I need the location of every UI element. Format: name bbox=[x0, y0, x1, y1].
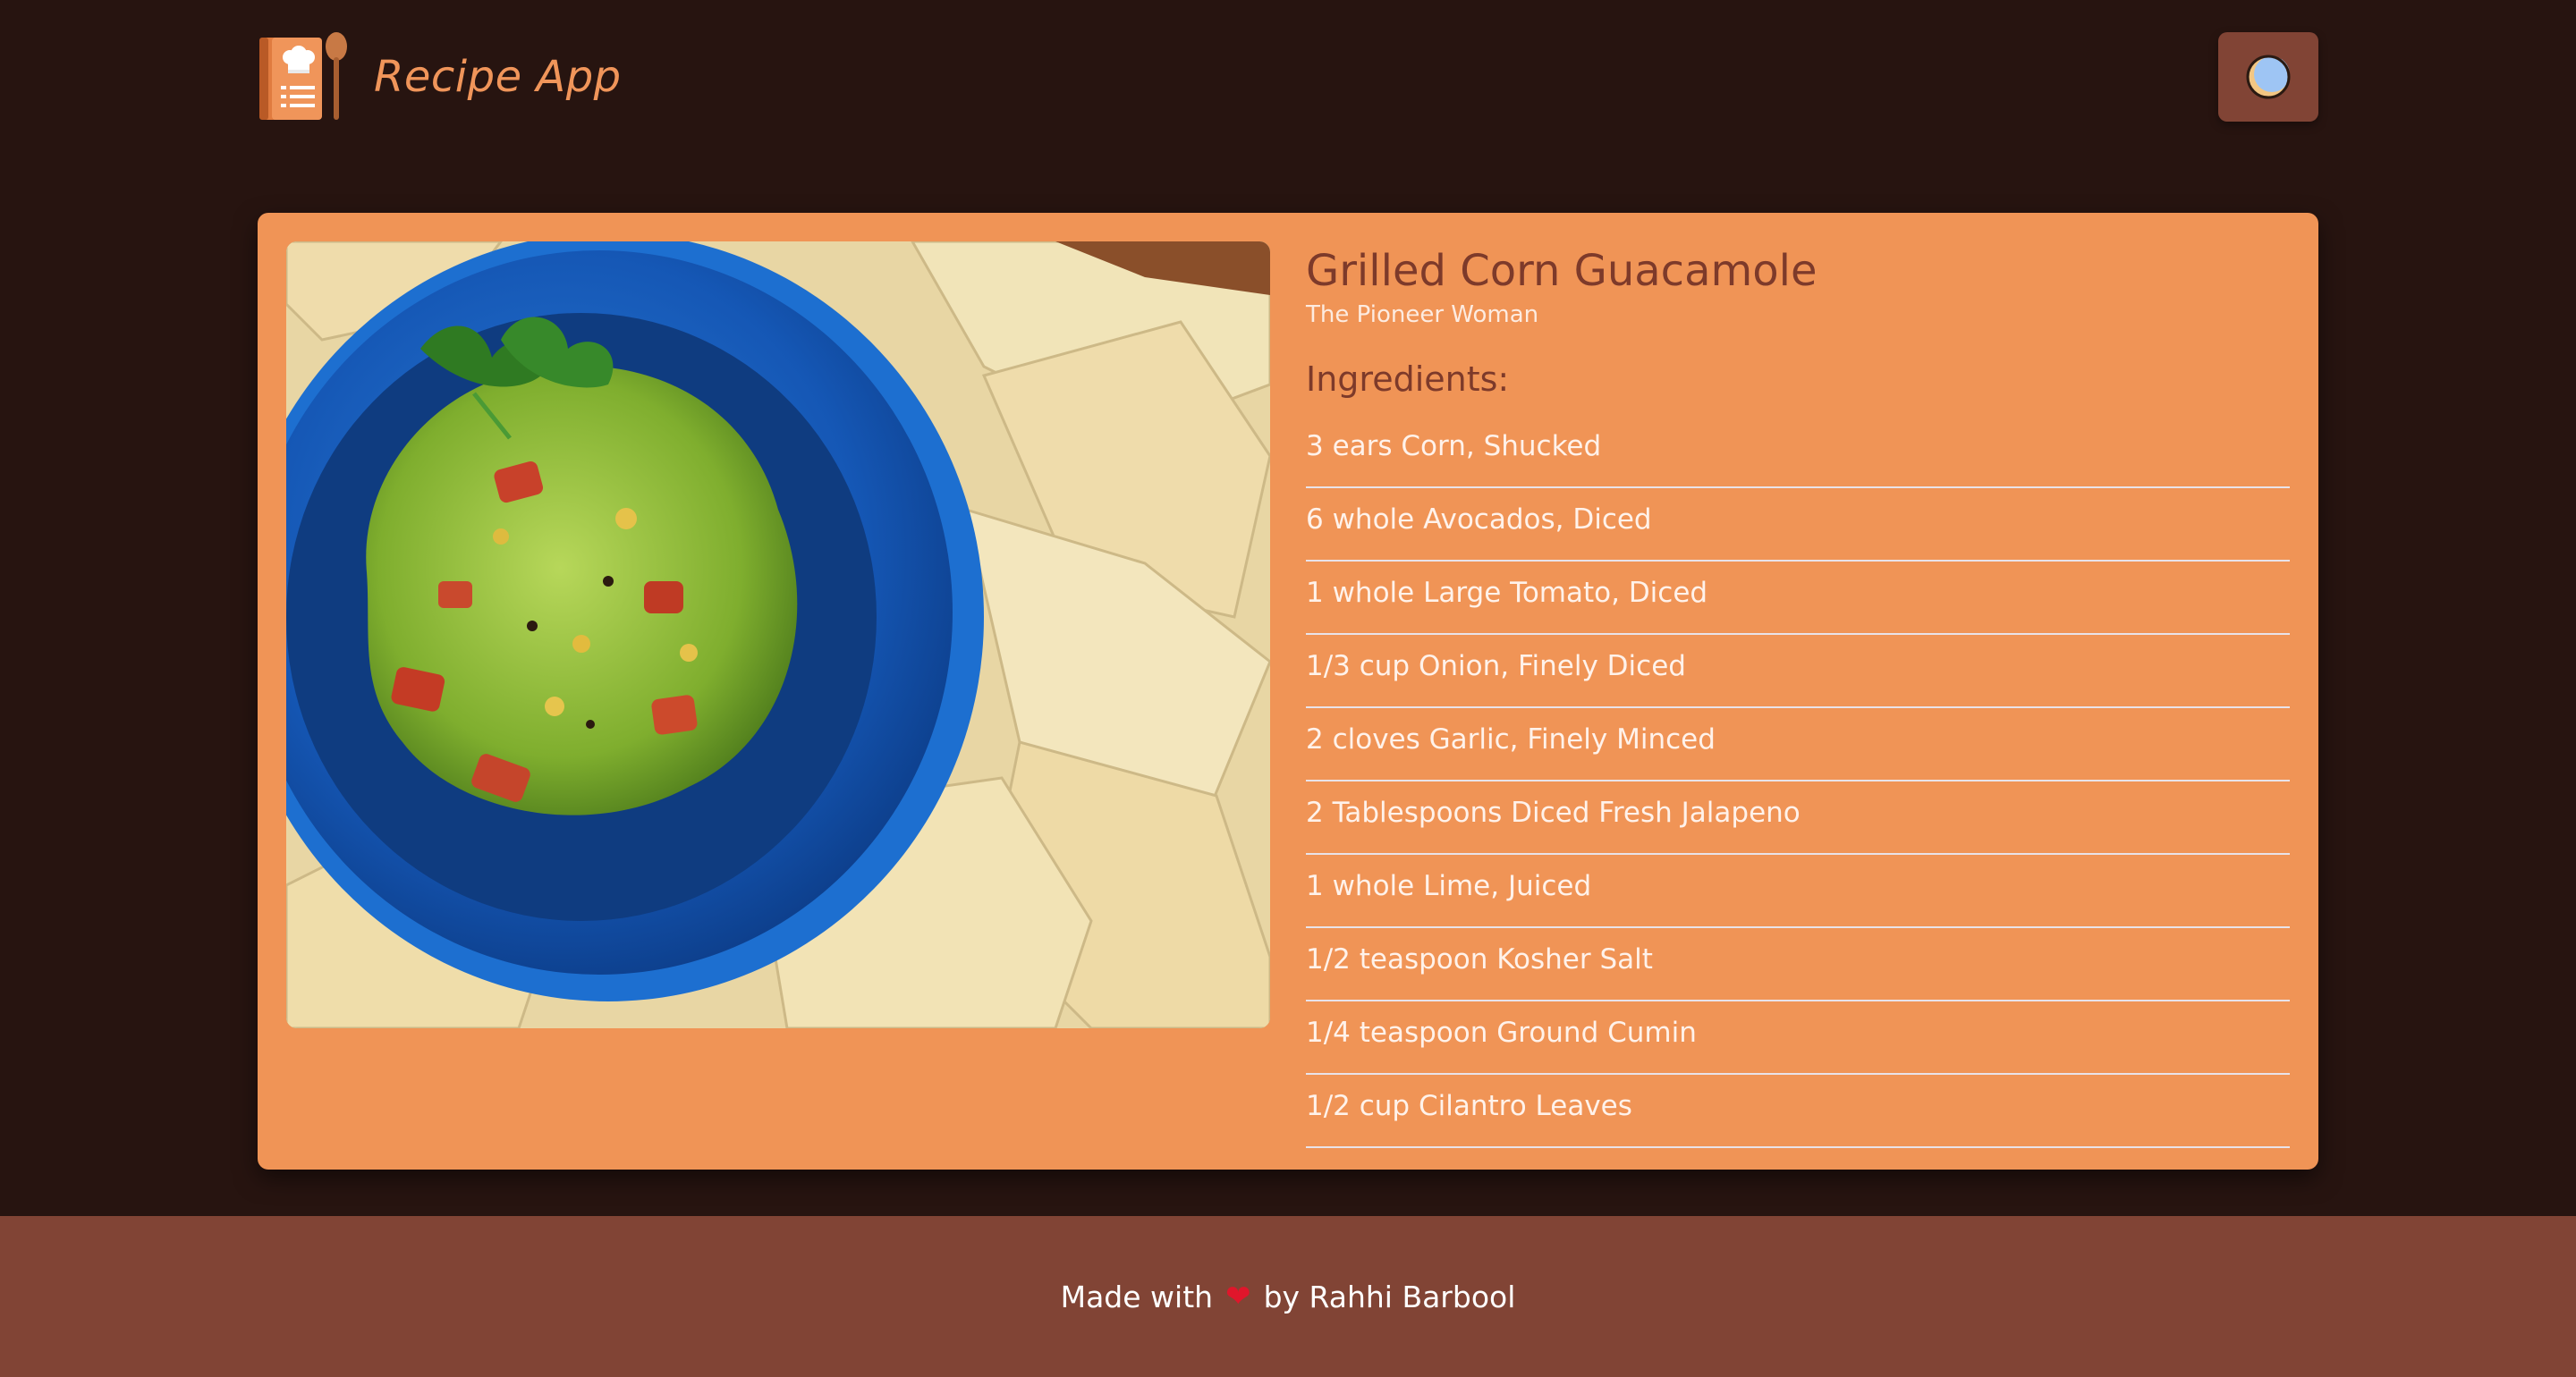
ingredient-item: 1 whole Large Tomato, Diced bbox=[1306, 563, 2290, 635]
ingredient-item: 2 Tablespoons Diced Fresh Jalapeno bbox=[1306, 783, 2290, 855]
theme-toggle-button[interactable] bbox=[2218, 32, 2318, 122]
cookbook-spoon-icon bbox=[259, 32, 347, 120]
recipe-image bbox=[286, 241, 1270, 1028]
brand-link[interactable]: Recipe App bbox=[258, 30, 622, 123]
heart-icon: ❤ bbox=[1225, 1279, 1251, 1314]
page: Recipe App Grilled Corn Guacamole The Pi… bbox=[0, 0, 2576, 1377]
recipe-card: Grilled Corn Guacamole The Pioneer Woman… bbox=[258, 213, 2318, 1170]
footer-prefix: Made with bbox=[1060, 1279, 1214, 1314]
header: Recipe App bbox=[258, 30, 2318, 123]
ingredient-item: 1 whole Lime, Juiced bbox=[1306, 857, 2290, 928]
ingredient-item: 3 ears Corn, Shucked bbox=[1306, 417, 2290, 488]
ingredient-item: 2 cloves Garlic, Finely Minced bbox=[1306, 710, 2290, 781]
ingredients-heading: Ingredients: bbox=[1306, 359, 1510, 399]
app-title: Recipe App bbox=[374, 52, 622, 102]
ingredient-item: 1/2 cup Cilantro Leaves bbox=[1306, 1077, 2290, 1148]
ingredients-list: 3 ears Corn, Shucked 6 whole Avocados, D… bbox=[1306, 417, 2290, 1148]
ingredient-item: 1/3 cup Onion, Finely Diced bbox=[1306, 637, 2290, 708]
recipe-source: The Pioneer Woman bbox=[1306, 301, 1539, 328]
guacamole-photo bbox=[286, 241, 1270, 1028]
footer: Made with ❤ by Rahhi Barbool bbox=[0, 1216, 2576, 1377]
footer-author: by Rahhi Barbool bbox=[1263, 1279, 1516, 1314]
recipe-title: Grilled Corn Guacamole bbox=[1306, 246, 1818, 296]
ingredient-item: 6 whole Avocados, Diced bbox=[1306, 490, 2290, 562]
moon-icon bbox=[2246, 55, 2291, 99]
recipe-info: Grilled Corn Guacamole The Pioneer Woman… bbox=[1306, 241, 2290, 1150]
ingredient-item: 1/2 teaspoon Kosher Salt bbox=[1306, 930, 2290, 1001]
ingredient-item: 1/4 teaspoon Ground Cumin bbox=[1306, 1003, 2290, 1075]
